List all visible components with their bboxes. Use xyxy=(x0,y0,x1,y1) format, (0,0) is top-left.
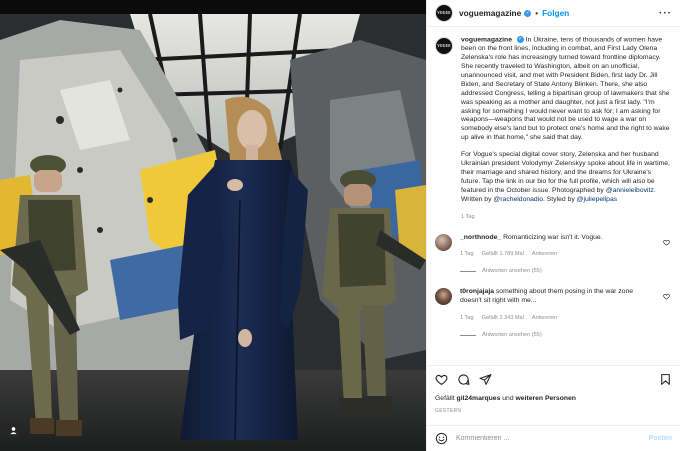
comment-body: _northnode_ Romanticizing war isn't it. … xyxy=(460,234,646,277)
likes-summary: Gefällt gil24marques und weiteren Person… xyxy=(435,395,672,402)
comment-meta: 1 Tag Gefällt 1.789 Mal Antworten xyxy=(460,250,646,259)
comment-body: t0ronjajaja something about them posing … xyxy=(460,288,646,340)
comment-likes[interactable]: Gefällt 1.789 Mal xyxy=(482,250,524,259)
caption-paragraph-1: voguemagazine ✓ In Ukraine, tens of thou… xyxy=(461,36,672,143)
comment-time[interactable]: 1 Tag xyxy=(460,250,474,259)
account-username[interactable]: voguemagazine xyxy=(459,8,521,18)
comment-input[interactable] xyxy=(456,435,649,442)
caption-username[interactable]: voguemagazine xyxy=(461,36,512,43)
mention-writer[interactable]: @racheldonadio xyxy=(493,196,543,203)
post-side-panel: VOGUE voguemagazine ✓ • Folgen ··· VOGUE… xyxy=(426,0,680,451)
account-avatar[interactable]: VOGUE xyxy=(435,4,453,22)
comment-avatar[interactable] xyxy=(435,233,452,251)
bookmark-icon[interactable] xyxy=(659,373,672,386)
likes-others[interactable]: weiteren Personen xyxy=(516,395,576,402)
instagram-post: VOGUE voguemagazine ✓ • Folgen ··· VOGUE… xyxy=(0,0,680,451)
comment-username[interactable]: _northnode_ xyxy=(460,234,501,241)
comment-reply-button[interactable]: Antworten xyxy=(532,314,557,323)
emoji-smile-icon[interactable] xyxy=(435,432,448,445)
replies-divider xyxy=(460,334,476,336)
heart-icon[interactable] xyxy=(435,373,448,386)
post-photo[interactable] xyxy=(0,0,426,451)
comment-heart-icon[interactable] xyxy=(663,239,670,246)
action-icon-row xyxy=(435,373,672,386)
view-replies-button[interactable]: Antworten ansehen (55) xyxy=(460,331,646,340)
caption-body: voguemagazine ✓ In Ukraine, tens of thou… xyxy=(461,36,672,222)
comment-reply-button[interactable]: Antworten xyxy=(532,250,557,259)
comment-time[interactable]: 1 Tag xyxy=(460,314,474,323)
verified-badge-icon: ✓ xyxy=(524,9,532,17)
user-tag-button[interactable] xyxy=(4,421,22,439)
likes-connector: und xyxy=(502,395,514,402)
post-comment-button[interactable]: Posten xyxy=(649,435,672,442)
comment-item: t0ronjajaja something about them posing … xyxy=(435,288,672,340)
comment-meta: 1 Tag Gefällt 2.343 Mal Antworten xyxy=(460,314,646,323)
caption-paragraph-2: For Vogue's special digital cover story,… xyxy=(461,151,672,204)
mention-photographer[interactable]: @annieleibovitz xyxy=(606,187,654,194)
post-date[interactable]: GESTERN xyxy=(435,408,672,414)
comment-item: _northnode_ Romanticizing war isn't it. … xyxy=(435,233,672,277)
comment-heart-icon[interactable] xyxy=(663,293,670,300)
caption-time[interactable]: 1 Tag xyxy=(461,213,672,222)
view-replies-label: Antworten ansehen (55) xyxy=(482,268,542,275)
mention-stylist[interactable]: @juliepelipas xyxy=(577,196,618,203)
comment-likes[interactable]: Gefällt 2.343 Mal xyxy=(482,314,524,323)
follow-button[interactable]: Folgen xyxy=(542,8,569,18)
replies-divider xyxy=(460,271,476,273)
comment-username[interactable]: t0ronjajaja xyxy=(460,288,494,295)
view-replies-label: Antworten ansehen (55) xyxy=(482,331,542,338)
more-horizontal-icon[interactable]: ··· xyxy=(659,8,672,19)
photo-illustration xyxy=(0,0,426,451)
likes-prefix: Gefällt xyxy=(435,395,455,402)
likes-user[interactable]: gil24marques xyxy=(457,395,501,402)
caption: VOGUE voguemagazine ✓ In Ukraine, tens o… xyxy=(435,36,672,222)
paper-plane-icon[interactable] xyxy=(479,373,492,386)
caption-text-1: In Ukraine, tens of thousands of women h… xyxy=(461,36,670,142)
view-replies-button[interactable]: Antworten ansehen (55) xyxy=(460,267,646,276)
comment-text: Romanticizing war isn't it. Vogue. xyxy=(503,233,603,241)
post-actions: Gefällt gil24marques und weiteren Person… xyxy=(427,365,680,414)
add-comment-bar: Posten xyxy=(427,425,680,451)
post-header: VOGUE voguemagazine ✓ • Folgen ··· xyxy=(427,0,680,27)
caption-styled-by: . Styled by xyxy=(542,195,575,203)
verified-badge-icon: ✓ xyxy=(516,36,524,43)
caption-avatar[interactable]: VOGUE xyxy=(435,37,453,55)
user-tag-icon xyxy=(9,426,17,434)
comment-bubble-icon[interactable] xyxy=(457,373,470,386)
comment-avatar[interactable] xyxy=(435,288,452,306)
comments-section[interactable]: VOGUE voguemagazine ✓ In Ukraine, tens o… xyxy=(427,28,680,364)
separator-dot: • xyxy=(535,8,539,18)
